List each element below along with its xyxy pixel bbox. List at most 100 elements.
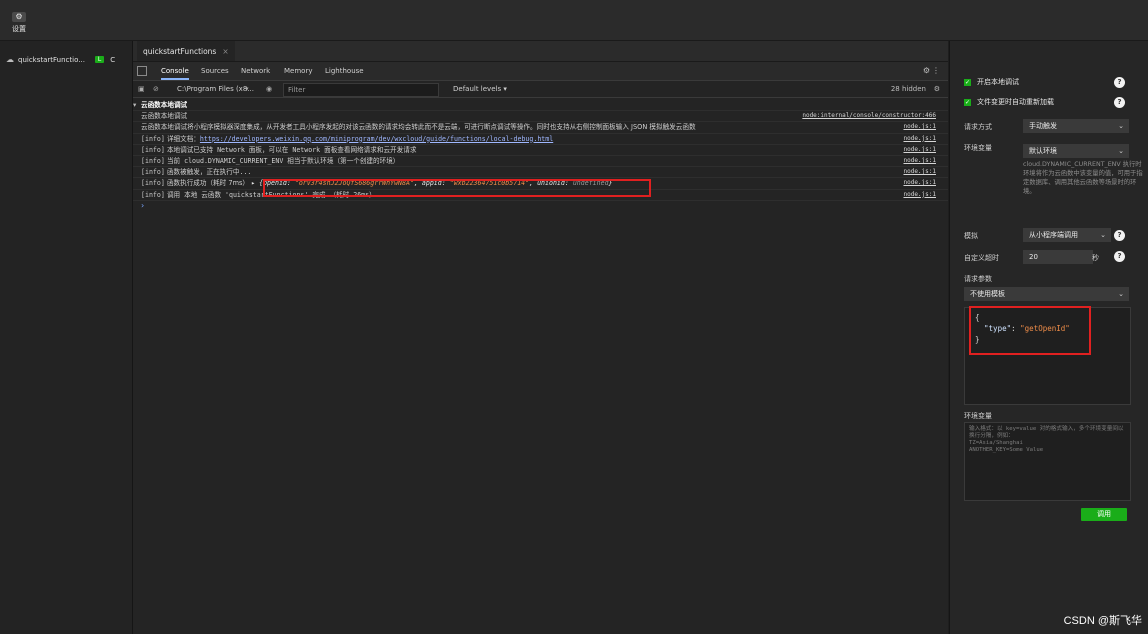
- source-link[interactable]: node.js:1: [903, 122, 936, 132]
- select-value: 从小程序端调用: [1029, 231, 1078, 239]
- highlight-box: [263, 179, 651, 197]
- top-toolbar: ⚙ 设置: [0, 0, 1148, 41]
- info-tag: [info]: [141, 145, 165, 154]
- debug-control-panel: ✓ 开启本地调试 ? ✓ 文件变更时自动重新加载 ? 请求方式 手动触发 ⌄ 环…: [949, 41, 1148, 634]
- function-list-item[interactable]: ☁ quickstartFunctio... L C: [6, 55, 115, 64]
- console-row: [info] 详细文档：https://developers.weixin.qq…: [133, 134, 948, 145]
- inspect-element-icon[interactable]: [137, 66, 147, 76]
- filter-input[interactable]: Filter: [283, 83, 439, 97]
- env-vars-label: 环境变量: [964, 412, 992, 420]
- chevron-down-icon: ⌄: [1118, 122, 1124, 130]
- info-tag: [info]: [141, 134, 165, 143]
- timeout-unit: 秒: [1092, 254, 1099, 262]
- log-prefix: 详细文档：: [166, 134, 200, 143]
- log-text: [info] 详细文档：https://developers.weixin.qq…: [141, 134, 848, 144]
- help-icon[interactable]: ?: [1114, 230, 1125, 241]
- source-link[interactable]: node.js:1: [903, 178, 936, 188]
- simulate-label: 模拟: [964, 232, 978, 240]
- tab-memory[interactable]: Memory: [284, 62, 312, 80]
- console-row: [info] 本地调试已支持 Network 面板，可以在 Network 面板…: [133, 145, 948, 156]
- info-tag: [info]: [141, 168, 165, 177]
- watermark: CSDN @斯飞华: [1063, 615, 1142, 627]
- console-group[interactable]: ▾ 云函数本地调试: [133, 100, 948, 112]
- source-link[interactable]: node.js:1: [903, 167, 936, 177]
- close-icon[interactable]: ×: [222, 47, 228, 56]
- info-tag: [info]: [141, 156, 165, 165]
- group-title: 云函数本地调试: [141, 101, 188, 109]
- tab-quickstartfunctions[interactable]: quickstartFunctions ×: [137, 41, 235, 61]
- console-toolbar: ▣ ⊘ C:\Program Files (x8... ▾ ◉ Filter D…: [133, 81, 948, 98]
- checkbox-checked-icon: ✓: [964, 98, 971, 106]
- timeout-value: 20: [1029, 253, 1038, 261]
- call-button[interactable]: 调用: [1081, 508, 1127, 521]
- help-icon[interactable]: ?: [1114, 77, 1125, 88]
- gear-icon: ⚙: [12, 12, 26, 22]
- console-row: 云函数本地调试 node:internal/console/constructo…: [133, 111, 948, 123]
- local-badge: L: [94, 56, 105, 63]
- env-label: 环境变量: [964, 144, 992, 152]
- env-vars-textarea[interactable]: 输入格式：以 key=value 对的格式输入，多个环境变量间以换行分隔，例如：…: [964, 422, 1131, 501]
- simulate-select[interactable]: 从小程序端调用 ⌄: [1023, 228, 1111, 242]
- source-link[interactable]: node.js:1: [903, 190, 936, 200]
- highlight-box: [969, 306, 1091, 355]
- log-text: [info] 本地调试已支持 Network 面板，可以在 Network 面板…: [141, 145, 848, 155]
- context-select[interactable]: C:\Program Files (x8...: [177, 81, 254, 97]
- console-row: [info] 当前 cloud.DYNAMIC_CURRENT_ENV 相当于默…: [133, 156, 948, 168]
- gear-icon[interactable]: ⚙: [934, 81, 940, 97]
- cloud-badge: C: [110, 55, 116, 64]
- env-description: cloud.DYNAMIC_CURRENT_ENV 执行时环境将作为云函数中该变…: [1023, 161, 1143, 195]
- chevron-down-icon: ⌄: [1100, 231, 1106, 239]
- source-link[interactable]: node.js:1: [903, 156, 936, 166]
- console-row: 云函数本地调试将小程序模拟器深度集成，从开发者工具小程序发起的对该云函数的请求均…: [133, 122, 948, 134]
- tab-title: quickstartFunctions: [143, 46, 217, 56]
- source-link[interactable]: node:internal/console/constructor:466: [802, 111, 936, 121]
- cloud-icon: ☁: [6, 55, 14, 64]
- timeout-label: 自定义超时: [964, 254, 999, 262]
- source-link[interactable]: node.js:1: [903, 145, 936, 155]
- settings-button[interactable]: ⚙ 设置: [9, 12, 29, 34]
- log-prefix: 函数执行成功（耗时 7ms）: [166, 179, 250, 188]
- settings-label: 设置: [12, 25, 26, 33]
- help-icon[interactable]: ?: [1114, 97, 1125, 108]
- log-levels-select[interactable]: Default levels ▾: [453, 81, 507, 97]
- checkbox-label: 文件变更时自动重新加载: [977, 98, 1054, 106]
- select-value: 不使用模板: [970, 290, 1005, 298]
- tab-sources[interactable]: Sources: [201, 62, 229, 80]
- function-name: quickstartFunctio...: [18, 55, 85, 64]
- more-menu-icon[interactable]: ⋮: [932, 66, 940, 75]
- timeout-input[interactable]: 20: [1023, 250, 1093, 264]
- tab-console[interactable]: Console: [161, 62, 189, 80]
- doc-link[interactable]: https://developers.weixin.qq.com/minipro…: [200, 135, 553, 143]
- log-message: 当前 cloud.DYNAMIC_CURRENT_ENV 相当于默认环境（第一个…: [166, 156, 400, 165]
- checkbox-checked-icon: ✓: [964, 78, 971, 86]
- devtools-tabs: Console Sources Network Memory Lighthous…: [133, 62, 948, 81]
- tab-network[interactable]: Network: [241, 62, 270, 80]
- tab-lighthouse[interactable]: Lighthouse: [325, 62, 364, 80]
- info-tag: [info]: [141, 190, 165, 199]
- eye-icon[interactable]: ◉: [266, 81, 272, 97]
- request-mode-label: 请求方式: [964, 123, 992, 131]
- console-prompt[interactable]: ›: [133, 201, 948, 211]
- log-message: 本地调试已支持 Network 面板，可以在 Network 面板查看网络请求和…: [166, 145, 417, 154]
- clear-console-icon[interactable]: ⊘: [153, 81, 159, 97]
- log-text: [info] 当前 cloud.DYNAMIC_CURRENT_ENV 相当于默…: [141, 156, 848, 166]
- info-tag: [info]: [141, 179, 165, 188]
- request-mode-select[interactable]: 手动触发 ⌄: [1023, 119, 1129, 133]
- chevron-down-icon[interactable]: ▾: [245, 81, 249, 97]
- select-value: 手动触发: [1029, 122, 1057, 130]
- chevron-down-icon: ⌄: [1118, 147, 1124, 155]
- hot-reload-checkbox[interactable]: ✓ 文件变更时自动重新加载: [964, 97, 1054, 107]
- help-icon[interactable]: ?: [1114, 251, 1125, 262]
- template-select[interactable]: 不使用模板 ⌄: [964, 287, 1129, 301]
- chevron-down-icon: ⌄: [1118, 290, 1124, 298]
- source-link[interactable]: node.js:1: [903, 134, 936, 144]
- env-select[interactable]: 默认环境 ⌄: [1023, 144, 1129, 158]
- sidebar-toggle-icon[interactable]: ▣: [138, 81, 145, 97]
- gear-icon[interactable]: ⚙: [923, 66, 930, 75]
- console-row: [info] 函数被触发，正在执行中... node.js:1: [133, 167, 948, 179]
- select-value: 默认环境: [1029, 147, 1057, 155]
- editor-tabbar: quickstartFunctions ×: [133, 41, 948, 62]
- caret-down-icon: ▾: [133, 101, 137, 109]
- enable-local-debug-checkbox[interactable]: ✓ 开启本地调试: [964, 77, 1019, 87]
- env-vars-placeholder: 输入格式：以 key=value 对的格式输入，多个环境变量间以换行分隔，例如：…: [969, 426, 1124, 453]
